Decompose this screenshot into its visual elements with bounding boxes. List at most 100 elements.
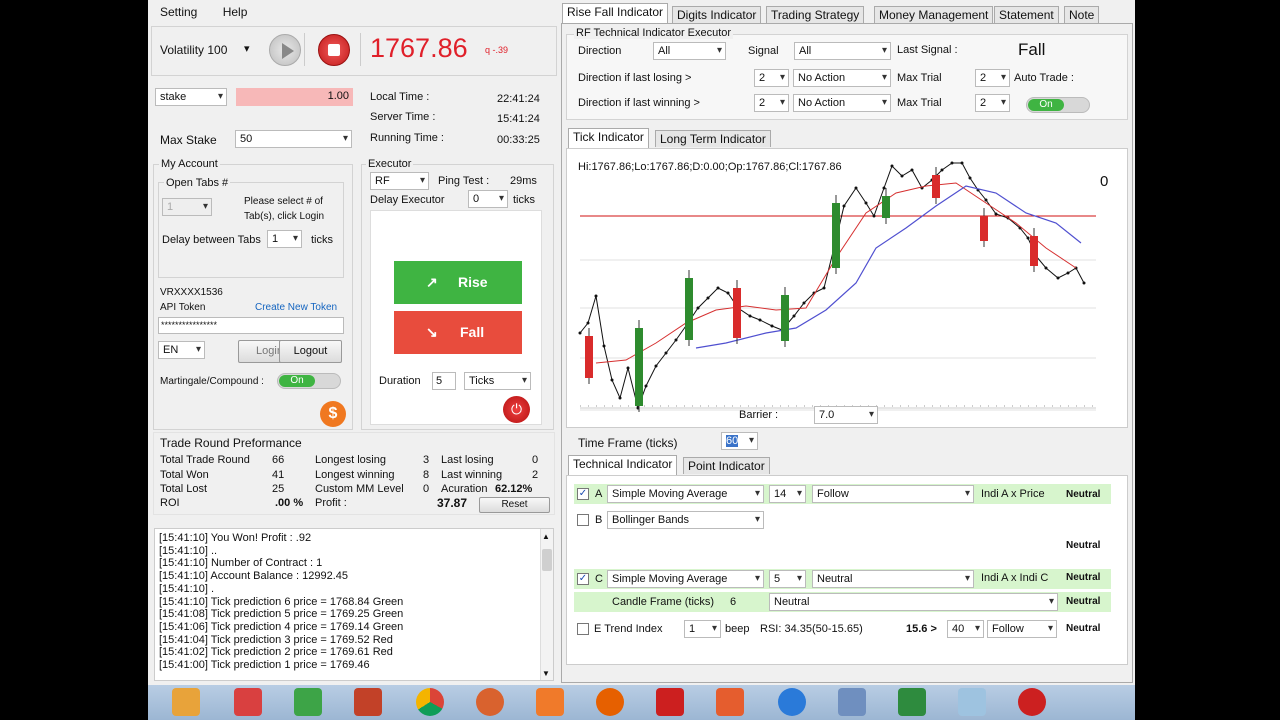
delay-tabs-select[interactable]: 1	[267, 230, 302, 248]
indicator-e-checkbox[interactable]	[577, 623, 589, 635]
create-token-link[interactable]: Create New Token	[255, 302, 337, 313]
indicator-c-type-select[interactable]: Simple Moving Average	[607, 570, 764, 588]
martingale-toggle[interactable]: On	[277, 373, 341, 389]
indicator-b-checkbox[interactable]	[577, 514, 589, 526]
duration-input[interactable]: 5	[432, 372, 456, 390]
losing-count-select[interactable]: 2	[754, 69, 789, 87]
fbs-icon[interactable]	[898, 688, 926, 716]
trend-threshold-select[interactable]: 40	[947, 620, 984, 638]
indicator-a-period-select[interactable]: 14	[769, 485, 806, 503]
tab-rise-fall[interactable]: Rise Fall Indicator	[562, 3, 669, 23]
price-point	[726, 291, 730, 295]
symbol-chevron-icon[interactable]: ▾	[244, 42, 250, 55]
language-select[interactable]: EN	[158, 341, 205, 359]
candle-frame-value[interactable]: 6	[730, 596, 736, 608]
play-icon[interactable]	[269, 34, 301, 66]
losing-action-select[interactable]: No Action	[793, 69, 891, 87]
price-point	[960, 161, 964, 165]
trend-value: 15.6 >	[906, 623, 937, 635]
power-icon[interactable]: ⏻	[503, 396, 530, 423]
stake-type-select[interactable]: stake	[155, 88, 227, 106]
firefox-swirl-icon[interactable]	[476, 688, 504, 716]
screenshot-app-icon[interactable]	[536, 688, 564, 716]
indicator-a-mode-select[interactable]: Follow	[812, 485, 974, 503]
opera-icon[interactable]	[656, 688, 684, 716]
price-point	[864, 201, 868, 205]
computer-icon[interactable]	[838, 688, 866, 716]
price-point	[950, 161, 954, 165]
tab-digits[interactable]: Digits Indicator	[672, 6, 762, 23]
exit-app-icon[interactable]	[294, 688, 322, 716]
fall-button[interactable]: ↘ Fall	[394, 311, 522, 354]
internet-explorer-icon[interactable]	[778, 688, 806, 716]
close-app-icon[interactable]	[1018, 688, 1046, 716]
power-app-icon[interactable]	[234, 688, 262, 716]
log-scrollbar[interactable]: ▲ ▼	[540, 529, 553, 680]
open-tabs-select[interactable]: 1	[162, 198, 212, 216]
tab-tick-indicator[interactable]: Tick Indicator	[568, 128, 649, 148]
tab-trading-strategy[interactable]: Trading Strategy	[766, 6, 865, 23]
log-list: [15:41:10] You Won! Profit : .92 [15:41:1…	[159, 532, 403, 672]
indicator-a-checkbox[interactable]: ✓	[577, 488, 589, 500]
media-player-icon[interactable]	[172, 688, 200, 716]
local-time: 22:41:24	[497, 93, 540, 105]
window-app-icon[interactable]	[958, 688, 986, 716]
signal-select[interactable]: All	[794, 42, 891, 60]
symbol-select[interactable]: Volatility 100	[160, 43, 227, 57]
winning-count-select[interactable]: 2	[754, 94, 789, 112]
log-entry: [15:41:06] Tick prediction 4 price = 176…	[159, 620, 404, 633]
scroll-down-icon[interactable]: ▼	[542, 669, 550, 678]
tab-money-management[interactable]: Money Management	[874, 6, 994, 23]
tab-long-term-indicator[interactable]: Long Term Indicator	[655, 130, 771, 147]
tab-technical-indicator[interactable]: Technical Indicator	[568, 455, 678, 475]
scroll-thumb[interactable]	[542, 549, 552, 571]
indicator-a-type-select[interactable]: Simple Moving Average	[607, 485, 764, 503]
indicator-b-type-select[interactable]: Bollinger Bands	[607, 511, 764, 529]
rise-button[interactable]: ↗ Rise	[394, 261, 522, 304]
price-point	[940, 168, 944, 172]
executor-mode-select[interactable]: RF	[370, 172, 429, 190]
indicator-e-mode-select[interactable]: Follow	[987, 620, 1057, 638]
camera-app-icon[interactable]	[716, 688, 744, 716]
menu-help[interactable]: Help	[223, 5, 248, 19]
firefox-icon[interactable]	[596, 688, 624, 716]
auto-trade-toggle[interactable]: On	[1026, 97, 1090, 113]
reset-button[interactable]: Reset	[479, 497, 550, 513]
indicator-c-checkbox[interactable]: ✓	[577, 573, 589, 585]
tab-statement[interactable]: Statement	[994, 6, 1059, 23]
menu-setting[interactable]: Setting	[160, 5, 197, 19]
direction-select[interactable]: All	[653, 42, 726, 60]
max-trial-select-2[interactable]: 2	[975, 94, 1010, 112]
duration-unit-select[interactable]: Ticks	[464, 372, 531, 390]
chrome-icon[interactable]	[416, 688, 444, 716]
price-point	[716, 286, 720, 290]
barrier-select[interactable]: 7.0	[814, 406, 878, 424]
price-display: 1767.86	[370, 33, 468, 63]
api-token-input[interactable]: ****************	[158, 317, 344, 334]
rsi-value: RSI: 34.35(50-15.65)	[760, 623, 863, 635]
stop-icon[interactable]	[318, 34, 350, 66]
stake-input[interactable]: 1.00	[236, 88, 353, 106]
tab-note[interactable]: Note	[1064, 6, 1100, 23]
indicator-c-period-select[interactable]: 5	[769, 570, 806, 588]
indicator-c-mode-select[interactable]: Neutral	[812, 570, 974, 588]
delay-executor-select[interactable]: 0	[468, 190, 508, 208]
local-time-label: Local Time :	[370, 91, 430, 103]
perf-label: Longest losing	[315, 454, 386, 466]
winning-action-select[interactable]: No Action	[793, 94, 891, 112]
timeframe-select[interactable]: 60	[721, 432, 758, 450]
logout-button[interactable]: Logout	[279, 340, 342, 363]
price-point	[758, 318, 762, 322]
candle-red	[932, 175, 940, 198]
candle-red	[1030, 236, 1038, 266]
max-stake-select[interactable]: 50	[235, 130, 352, 148]
price-point	[1044, 266, 1048, 270]
candle-mode-select[interactable]: Neutral	[769, 593, 1058, 611]
dollar-icon[interactable]: $	[320, 401, 346, 427]
tab-point-indicator[interactable]: Point Indicator	[683, 457, 770, 474]
indicator-e-n-select[interactable]: 1	[684, 620, 721, 638]
price-point	[748, 314, 752, 318]
ccleaner-icon[interactable]	[354, 688, 382, 716]
scroll-up-icon[interactable]: ▲	[542, 532, 550, 541]
max-trial-select-1[interactable]: 2	[975, 69, 1010, 87]
